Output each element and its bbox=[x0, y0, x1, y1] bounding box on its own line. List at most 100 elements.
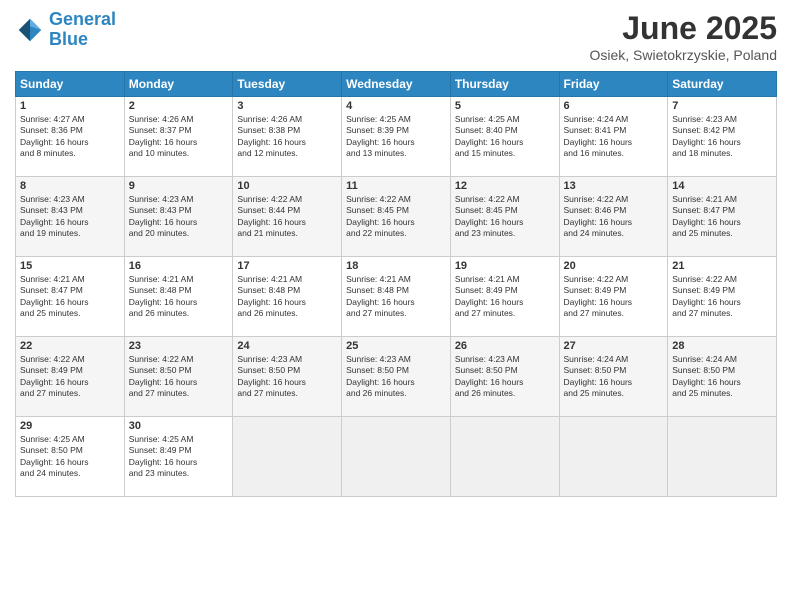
day-number: 22 bbox=[20, 340, 120, 352]
day-info: Sunrise: 4:25 AM Sunset: 8:40 PM Dayligh… bbox=[455, 114, 555, 160]
day-info: Sunrise: 4:27 AM Sunset: 8:36 PM Dayligh… bbox=[20, 114, 120, 160]
day-info: Sunrise: 4:25 AM Sunset: 8:39 PM Dayligh… bbox=[346, 114, 446, 160]
day-number: 5 bbox=[455, 100, 555, 112]
day-number: 3 bbox=[237, 100, 337, 112]
calendar-cell: 30Sunrise: 4:25 AM Sunset: 8:49 PM Dayli… bbox=[124, 417, 233, 497]
header-row: SundayMondayTuesdayWednesdayThursdayFrid… bbox=[16, 72, 777, 97]
calendar-cell: 10Sunrise: 4:22 AM Sunset: 8:44 PM Dayli… bbox=[233, 177, 342, 257]
calendar-cell bbox=[233, 417, 342, 497]
calendar-cell: 22 Sunrise: 4:22 AM Sunset: 8:49 PM Dayli… bbox=[16, 337, 125, 417]
calendar-cell bbox=[668, 417, 777, 497]
day-number: 17 bbox=[237, 260, 337, 272]
month-title: June 2025 bbox=[589, 10, 777, 47]
day-number: 12 bbox=[455, 180, 555, 192]
day-info: Sunrise: 4:23 AM Sunset: 8:50 PM Dayligh… bbox=[346, 354, 446, 400]
day-number: 15 bbox=[20, 260, 120, 272]
day-info: Sunrise: 4:21 AM Sunset: 8:49 PM Dayligh… bbox=[455, 274, 555, 320]
day-info: Sunrise: 4:24 AM Sunset: 8:50 PM Dayligh… bbox=[672, 354, 772, 400]
day-number: 2 bbox=[129, 100, 229, 112]
day-number: 28 bbox=[672, 340, 772, 352]
calendar-cell bbox=[342, 417, 451, 497]
calendar-cell: 12 Sunrise: 4:22 AM Sunset: 8:45 PM Dayli… bbox=[450, 177, 559, 257]
calendar-cell: 26 Sunrise: 4:23 AM Sunset: 8:50 PM Dayli… bbox=[450, 337, 559, 417]
day-info: Sunrise: 4:22 AM Sunset: 8:49 PM Dayligh… bbox=[20, 354, 120, 400]
day-number: 25 bbox=[346, 340, 446, 352]
day-info: Sunrise: 4:23 AM Sunset: 8:50 PM Dayligh… bbox=[455, 354, 555, 400]
page: General Blue June 2025 Osiek, Swietokrzy… bbox=[0, 0, 792, 612]
day-number: 9 bbox=[129, 180, 229, 192]
day-number: 24 bbox=[237, 340, 337, 352]
header: General Blue June 2025 Osiek, Swietokrzy… bbox=[15, 10, 777, 63]
day-info: Sunrise: 4:24 AM Sunset: 8:50 PM Dayligh… bbox=[564, 354, 664, 400]
calendar-header: SundayMondayTuesdayWednesdayThursdayFrid… bbox=[16, 72, 777, 97]
day-number: 11 bbox=[346, 180, 446, 192]
calendar-cell: 1 Sunrise: 4:27 AM Sunset: 8:36 PM Daylig… bbox=[16, 97, 125, 177]
header-cell-tuesday: Tuesday bbox=[233, 72, 342, 97]
calendar-cell bbox=[450, 417, 559, 497]
day-info: Sunrise: 4:21 AM Sunset: 8:47 PM Dayligh… bbox=[20, 274, 120, 320]
day-number: 4 bbox=[346, 100, 446, 112]
calendar-cell: 23 Sunrise: 4:22 AM Sunset: 8:50 PM Dayli… bbox=[124, 337, 233, 417]
day-info: Sunrise: 4:22 AM Sunset: 8:45 PM Dayligh… bbox=[346, 194, 446, 240]
day-number: 10 bbox=[237, 180, 337, 192]
day-info: Sunrise: 4:26 AM Sunset: 8:38 PM Dayligh… bbox=[237, 114, 337, 160]
calendar-cell: 27 Sunrise: 4:24 AM Sunset: 8:50 PM Dayli… bbox=[559, 337, 668, 417]
calendar-cell: 18 Sunrise: 4:21 AM Sunset: 8:48 PM Dayli… bbox=[342, 257, 451, 337]
calendar-cell: 11 Sunrise: 4:22 AM Sunset: 8:45 PM Dayli… bbox=[342, 177, 451, 257]
day-info: Sunrise: 4:26 AM Sunset: 8:37 PM Dayligh… bbox=[129, 114, 229, 160]
header-cell-friday: Friday bbox=[559, 72, 668, 97]
day-info: Sunrise: 4:23 AM Sunset: 8:43 PM Dayligh… bbox=[129, 194, 229, 240]
header-cell-wednesday: Wednesday bbox=[342, 72, 451, 97]
day-info: Sunrise: 4:24 AM Sunset: 8:41 PM Dayligh… bbox=[564, 114, 664, 160]
day-number: 21 bbox=[672, 260, 772, 272]
calendar-cell: 3 Sunrise: 4:26 AM Sunset: 8:38 PM Daylig… bbox=[233, 97, 342, 177]
day-info: Sunrise: 4:22 AM Sunset: 8:45 PM Dayligh… bbox=[455, 194, 555, 240]
calendar-cell: 25 Sunrise: 4:23 AM Sunset: 8:50 PM Dayli… bbox=[342, 337, 451, 417]
day-number: 13 bbox=[564, 180, 664, 192]
calendar-cell: 28 Sunrise: 4:24 AM Sunset: 8:50 PM Dayli… bbox=[668, 337, 777, 417]
header-cell-monday: Monday bbox=[124, 72, 233, 97]
calendar-cell: 14Sunrise: 4:21 AM Sunset: 8:47 PM Dayli… bbox=[668, 177, 777, 257]
header-cell-thursday: Thursday bbox=[450, 72, 559, 97]
calendar-row: 15 Sunrise: 4:21 AM Sunset: 8:47 PM Dayli… bbox=[16, 257, 777, 337]
header-cell-sunday: Sunday bbox=[16, 72, 125, 97]
location: Osiek, Swietokrzyskie, Poland bbox=[589, 47, 777, 63]
calendar-cell: 6 Sunrise: 4:24 AM Sunset: 8:41 PM Daylig… bbox=[559, 97, 668, 177]
calendar-row: 29 Sunrise: 4:25 AM Sunset: 8:50 PM Dayli… bbox=[16, 417, 777, 497]
day-info: Sunrise: 4:25 AM Sunset: 8:49 PM Dayligh… bbox=[129, 434, 229, 480]
day-number: 26 bbox=[455, 340, 555, 352]
calendar-body: 1 Sunrise: 4:27 AM Sunset: 8:36 PM Daylig… bbox=[16, 97, 777, 497]
day-number: 18 bbox=[346, 260, 446, 272]
logo: General Blue bbox=[15, 10, 116, 50]
day-info: Sunrise: 4:21 AM Sunset: 8:48 PM Dayligh… bbox=[237, 274, 337, 320]
calendar-cell: 5 Sunrise: 4:25 AM Sunset: 8:40 PM Daylig… bbox=[450, 97, 559, 177]
day-number: 1 bbox=[20, 100, 120, 112]
calendar-table: SundayMondayTuesdayWednesdayThursdayFrid… bbox=[15, 71, 777, 497]
day-number: 29 bbox=[20, 420, 120, 432]
day-info: Sunrise: 4:25 AM Sunset: 8:50 PM Dayligh… bbox=[20, 434, 120, 480]
day-info: Sunrise: 4:22 AM Sunset: 8:49 PM Dayligh… bbox=[564, 274, 664, 320]
day-number: 19 bbox=[455, 260, 555, 272]
calendar-cell: 21 Sunrise: 4:22 AM Sunset: 8:49 PM Dayli… bbox=[668, 257, 777, 337]
day-info: Sunrise: 4:21 AM Sunset: 8:48 PM Dayligh… bbox=[129, 274, 229, 320]
calendar-cell: 20Sunrise: 4:22 AM Sunset: 8:49 PM Dayli… bbox=[559, 257, 668, 337]
calendar-cell: 24Sunrise: 4:23 AM Sunset: 8:50 PM Dayli… bbox=[233, 337, 342, 417]
header-cell-saturday: Saturday bbox=[668, 72, 777, 97]
day-info: Sunrise: 4:22 AM Sunset: 8:46 PM Dayligh… bbox=[564, 194, 664, 240]
calendar-row: 1 Sunrise: 4:27 AM Sunset: 8:36 PM Daylig… bbox=[16, 97, 777, 177]
calendar-row: 22 Sunrise: 4:22 AM Sunset: 8:49 PM Dayli… bbox=[16, 337, 777, 417]
day-number: 7 bbox=[672, 100, 772, 112]
day-info: Sunrise: 4:21 AM Sunset: 8:48 PM Dayligh… bbox=[346, 274, 446, 320]
day-number: 6 bbox=[564, 100, 664, 112]
day-number: 27 bbox=[564, 340, 664, 352]
day-number: 8 bbox=[20, 180, 120, 192]
day-info: Sunrise: 4:22 AM Sunset: 8:49 PM Dayligh… bbox=[672, 274, 772, 320]
calendar-cell: 2 Sunrise: 4:26 AM Sunset: 8:37 PM Daylig… bbox=[124, 97, 233, 177]
calendar-cell: 4 Sunrise: 4:25 AM Sunset: 8:39 PM Daylig… bbox=[342, 97, 451, 177]
calendar-cell: 9 Sunrise: 4:23 AM Sunset: 8:43 PM Daylig… bbox=[124, 177, 233, 257]
calendar-row: 8 Sunrise: 4:23 AM Sunset: 8:43 PM Daylig… bbox=[16, 177, 777, 257]
calendar-cell: 13 Sunrise: 4:22 AM Sunset: 8:46 PM Dayli… bbox=[559, 177, 668, 257]
day-info: Sunrise: 4:22 AM Sunset: 8:50 PM Dayligh… bbox=[129, 354, 229, 400]
day-number: 23 bbox=[129, 340, 229, 352]
calendar-cell: 15 Sunrise: 4:21 AM Sunset: 8:47 PM Dayli… bbox=[16, 257, 125, 337]
